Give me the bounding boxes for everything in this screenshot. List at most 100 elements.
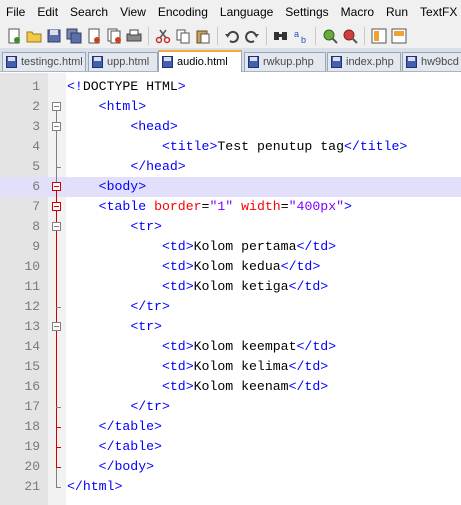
code-line[interactable]: 3 <head> <box>0 117 461 137</box>
tab-audio-html[interactable]: audio.html <box>158 50 242 72</box>
line-number: 19 <box>24 439 40 454</box>
code-line[interactable]: 12 </tr> <box>0 297 461 317</box>
close-icon[interactable] <box>85 27 103 45</box>
menu-textfx[interactable]: TextFX <box>414 0 461 24</box>
code-line[interactable]: 11 <td>Kolom ketiga</td> <box>0 277 461 297</box>
code-token: Kolom kedua <box>193 259 281 274</box>
toolbar-separator <box>266 27 267 45</box>
toolbar-separator <box>364 27 365 45</box>
tab-hw9bcd[interactable]: hw9bcd <box>402 52 461 71</box>
tab-upp-html[interactable]: upp.html <box>88 52 158 71</box>
code-line[interactable]: 9 <td>Kolom pertama</td> <box>0 237 461 257</box>
code-token: <html> <box>98 99 147 114</box>
fold-toggle-icon[interactable] <box>52 222 61 231</box>
code-text: <head> <box>67 117 177 137</box>
code-token: <td> <box>161 379 194 394</box>
code-line[interactable]: 20 </body> <box>0 457 461 477</box>
code-token: </table> <box>98 439 162 454</box>
redo-icon[interactable] <box>243 27 261 45</box>
code-token: > <box>344 199 352 214</box>
code-text: </html> <box>67 477 122 497</box>
code-text: <tr> <box>67 217 162 237</box>
line-number: 10 <box>24 259 40 274</box>
line-number: 7 <box>32 199 40 214</box>
fold-toggle-icon[interactable] <box>52 322 61 331</box>
zoom-in-icon[interactable] <box>321 27 339 45</box>
code-text: </head> <box>67 157 185 177</box>
menu-file[interactable]: File <box>0 0 31 24</box>
toolbar-separator <box>217 27 218 45</box>
code-line[interactable]: 14 <td>Kolom keempat</td> <box>0 337 461 357</box>
fold-toggle-icon[interactable] <box>52 102 61 111</box>
save-all-icon[interactable] <box>65 27 83 45</box>
code-line[interactable]: 6 <body> <box>0 177 461 197</box>
save-icon[interactable] <box>45 27 63 45</box>
tab-rwkup-php[interactable]: rwkup.php <box>244 52 326 71</box>
menu-settings[interactable]: Settings <box>279 0 334 24</box>
menu-edit[interactable]: Edit <box>31 0 64 24</box>
code-line[interactable]: 18 </table> <box>0 417 461 437</box>
code-line[interactable]: 10 <td>Kolom kedua</td> <box>0 257 461 277</box>
code-line[interactable]: 8 <tr> <box>0 217 461 237</box>
line-number: 20 <box>24 459 40 474</box>
code-token: </td> <box>288 359 329 374</box>
find-icon[interactable] <box>272 27 290 45</box>
tab-index-php[interactable]: index.php <box>327 52 401 71</box>
menu-language[interactable]: Language <box>214 0 279 24</box>
code-line[interactable]: 2 <html> <box>0 97 461 117</box>
fold-toggle-icon[interactable] <box>52 122 61 131</box>
code-token: </body> <box>98 459 155 474</box>
print-icon[interactable] <box>125 27 143 45</box>
line-number: 21 <box>24 479 40 494</box>
code-token: <td> <box>161 359 194 374</box>
zoom-out-icon[interactable] <box>341 27 359 45</box>
code-line[interactable]: 16 <td>Kolom keenam</td> <box>0 377 461 397</box>
line-number: 16 <box>24 379 40 394</box>
new-file-icon[interactable] <box>5 27 23 45</box>
cut-icon[interactable] <box>154 27 172 45</box>
fold-toggle-icon[interactable] <box>52 202 61 211</box>
tab-testingc-html[interactable]: testingc.html <box>2 52 86 71</box>
code-editor[interactable]: 1 <!DOCTYPE HTML> 2 <html> 3 <head> 4 <title… <box>0 73 461 505</box>
sync-horizontal-icon[interactable] <box>390 27 408 45</box>
menu-encoding[interactable]: Encoding <box>152 0 214 24</box>
menu-macro[interactable]: Macro <box>335 0 380 24</box>
paste-icon[interactable] <box>194 27 212 45</box>
code-line[interactable]: 7 <table border="1" width="400px"> <box>0 197 461 217</box>
code-text: </tr> <box>67 397 170 417</box>
menu-view[interactable]: View <box>114 0 152 24</box>
code-line[interactable]: 4 <title>Test penutup tag</title> <box>0 137 461 157</box>
open-file-icon[interactable] <box>25 27 43 45</box>
fold-toggle-icon[interactable] <box>52 182 61 191</box>
line-number: 3 <box>32 119 40 134</box>
menu-search[interactable]: Search <box>64 0 114 24</box>
line-number: 8 <box>32 219 40 234</box>
code-line[interactable]: 17 </tr> <box>0 397 461 417</box>
saved-file-icon <box>162 56 173 68</box>
code-line[interactable]: 21 </html> <box>0 477 461 497</box>
sync-vertical-icon[interactable] <box>370 27 388 45</box>
code-token: Test penutup tag <box>217 139 344 154</box>
fold-end-marker <box>56 447 61 448</box>
code-line[interactable]: 13 <tr> <box>0 317 461 337</box>
code-line[interactable]: 19 </table> <box>0 437 461 457</box>
replace-icon[interactable]: ab <box>292 27 310 45</box>
copy-icon[interactable] <box>174 27 192 45</box>
menu-run[interactable]: Run <box>380 0 414 24</box>
tab-bar: testingc.html upp.html audio.html rwkup.php… <box>0 48 461 72</box>
undo-icon[interactable] <box>223 27 241 45</box>
code-text: <td>Kolom pertama</td> <box>67 237 336 257</box>
code-line[interactable]: 15 <td>Kolom kelima</td> <box>0 357 461 377</box>
fold-end-marker <box>56 407 61 408</box>
code-line[interactable]: 5 </head> <box>0 157 461 177</box>
close-all-icon[interactable] <box>105 27 123 45</box>
code-token: <body> <box>98 179 147 194</box>
code-line[interactable]: 1 <!DOCTYPE HTML> <box>0 77 461 97</box>
